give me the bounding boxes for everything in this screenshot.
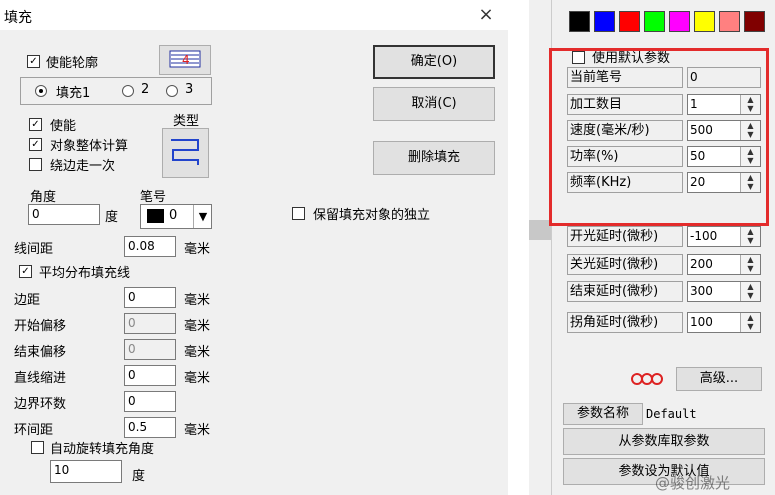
color-swatch[interactable] [644, 11, 665, 32]
cancel-button[interactable]: 取消(C) [373, 87, 495, 121]
loop-spacing-label: 环间距 [14, 423, 54, 438]
param-label: 拐角延时(微秒) [567, 312, 683, 333]
delete-fill-button[interactable]: 删除填充 [373, 141, 495, 175]
pen-label: 笔号 [140, 190, 167, 205]
color-swatch[interactable] [594, 11, 615, 32]
advanced-button[interactable]: 高级... [676, 367, 762, 391]
load-from-library-button[interactable]: 从参数库取参数 [563, 428, 765, 455]
param-name-label: 参数名称 [563, 403, 643, 425]
line-spacing-unit: 毫米 [184, 242, 211, 257]
param-value: 300 [690, 284, 713, 298]
type-label: 类型 [173, 114, 200, 129]
loop-spacing-unit: 毫米 [184, 423, 211, 438]
param-value: 200 [690, 257, 713, 271]
fill-radio-group [20, 77, 212, 105]
pen-value: 0 [169, 208, 178, 223]
margin-input[interactable]: 0 [124, 287, 176, 308]
param-value: -100 [690, 229, 718, 243]
radio-fill-1[interactable] [35, 85, 47, 97]
spinner[interactable]: ▲ ▼ [740, 282, 760, 301]
enable-contour-checkbox[interactable]: ✓ [27, 55, 40, 68]
radio-fill-2-label: 2 [141, 82, 150, 97]
spinner[interactable]: ▲ ▼ [740, 227, 760, 246]
watermark: @骏创激光 [655, 474, 731, 492]
param-input[interactable]: -100 ▲ ▼ [687, 226, 761, 247]
rotate-angle-unit: 度 [132, 469, 146, 484]
color-swatch[interactable] [619, 11, 640, 32]
param-input[interactable]: 300 ▲ ▼ [687, 281, 761, 302]
radio-fill-3-label: 3 [185, 82, 194, 97]
color-swatch[interactable] [719, 11, 740, 32]
angle-unit: 度 [105, 210, 119, 225]
canvas-area [508, 0, 529, 495]
dialog-titlebar [0, 0, 508, 30]
param-label: 关光延时(微秒) [567, 254, 683, 275]
scroll-thumb[interactable] [529, 220, 551, 240]
start-offset-unit: 毫米 [184, 319, 211, 334]
border-once-checkbox[interactable] [29, 158, 42, 171]
avg-distribute-label: 平均分布填充线 [39, 266, 131, 281]
object-calc-label: 对象整体计算 [50, 139, 129, 154]
end-offset-label: 结束偏移 [14, 345, 67, 360]
avg-distribute-checkbox[interactable]: ✓ [19, 265, 32, 278]
svg-text:4: 4 [182, 53, 190, 67]
scroll-strip[interactable] [529, 0, 551, 495]
rotate-angle-input[interactable]: 10 [50, 460, 122, 483]
line-indent-label: 直线缩进 [14, 371, 67, 386]
color-swatch[interactable] [744, 11, 765, 32]
line-spacing-label: 线间距 [14, 242, 54, 257]
param-input[interactable]: 100 ▲ ▼ [687, 312, 761, 333]
spinner[interactable]: ▲ ▼ [740, 313, 760, 332]
line-indent-unit: 毫米 [184, 371, 211, 386]
color-swatch[interactable] [569, 11, 590, 32]
param-label: 开光延时(微秒) [567, 226, 683, 247]
angle-label: 角度 [30, 190, 57, 205]
pen-select[interactable]: 0 ▼ [140, 204, 212, 229]
color-swatch[interactable] [669, 11, 690, 32]
start-offset-label: 开始偏移 [14, 319, 67, 334]
margin-unit: 毫米 [184, 293, 211, 308]
keep-independent-checkbox[interactable] [292, 207, 305, 220]
radio-fill-2[interactable] [122, 85, 134, 97]
param-input[interactable]: 200 ▲ ▼ [687, 254, 761, 275]
laser-icon [627, 368, 667, 390]
fill-type-button[interactable] [162, 128, 209, 178]
enable-contour-label: 使能轮廓 [46, 56, 99, 71]
pen-color-swatch [147, 209, 164, 223]
dialog-title: 填充 [4, 10, 32, 26]
border-once-label: 绕边走一次 [50, 159, 116, 174]
auto-rotate-checkbox[interactable] [31, 441, 44, 454]
ok-button[interactable]: 确定(O) [373, 45, 495, 79]
contour-pen-icon: 4 [169, 50, 201, 68]
fill-type-icon [171, 139, 199, 165]
end-offset-unit: 毫米 [184, 345, 211, 360]
border-loops-input[interactable]: 0 [124, 391, 176, 412]
color-swatch[interactable] [694, 11, 715, 32]
line-spacing-input[interactable]: 0.08 [124, 236, 176, 257]
margin-label: 边距 [14, 293, 41, 308]
close-button[interactable]: × [474, 4, 498, 26]
keep-independent-label: 保留填充对象的独立 [313, 208, 431, 223]
border-loops-label: 边界环数 [14, 397, 67, 412]
loop-spacing-input[interactable]: 0.5 [124, 417, 176, 438]
contour-pen-button[interactable]: 4 [159, 45, 211, 75]
end-offset-input[interactable]: 0 [124, 339, 176, 360]
auto-rotate-label: 自动旋转填充角度 [50, 442, 155, 457]
line-indent-input[interactable]: 0 [124, 365, 176, 386]
radio-fill-3[interactable] [166, 85, 178, 97]
object-calc-checkbox[interactable]: ✓ [29, 138, 42, 151]
enable-label: 使能 [50, 119, 77, 134]
chevron-down-icon: ▼ [193, 205, 212, 228]
enable-checkbox[interactable]: ✓ [29, 118, 42, 131]
param-name-value: Default [646, 407, 697, 421]
spinner[interactable]: ▲ ▼ [740, 255, 760, 274]
param-label: 结束延时(微秒) [567, 281, 683, 302]
start-offset-input[interactable]: 0 [124, 313, 176, 334]
highlight-box [549, 48, 769, 226]
angle-input[interactable]: 0 [28, 204, 100, 225]
radio-fill-1-label: 填充1 [56, 86, 91, 101]
param-value: 100 [690, 315, 713, 329]
